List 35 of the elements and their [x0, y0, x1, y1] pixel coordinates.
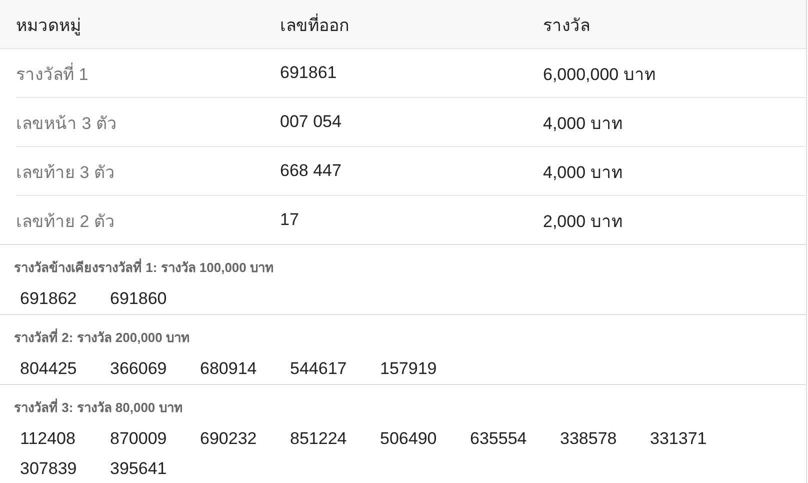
lottery-number: 307839	[20, 458, 78, 480]
lottery-number: 331371	[650, 428, 708, 450]
table-cell-text: เลขหน้า 3 ตัว	[16, 112, 117, 134]
table-cell: 691861	[280, 63, 337, 83]
lottery-number: 157919	[380, 358, 438, 380]
prize-heading: รางวัลที่ 3: รางวัล 80,000 บาท	[14, 398, 184, 417]
table-cell: 17	[280, 210, 299, 230]
table-cell-text: เลขท้าย 3 ตัว	[16, 162, 115, 184]
prize-heading: รางวัลข้างเคียงรางวัลที่ 1: รางวัล 100,000 บาท	[14, 258, 275, 277]
table-cell: 668 447	[280, 161, 342, 181]
table-cell-text: 6,000,000 บาท	[543, 64, 656, 86]
table-cell-text: 4,000 บาท	[543, 162, 622, 184]
lottery-number: 851224	[290, 428, 348, 450]
lottery-number: 691860	[110, 288, 168, 310]
column-header: เลขที่ออก	[280, 12, 349, 36]
lottery-number: 506490	[380, 428, 438, 450]
table-cell-text: เลขท้าย 2 ตัว	[16, 210, 115, 232]
lottery-number: 691862	[20, 288, 78, 310]
lottery-number: 338578	[560, 428, 618, 450]
table-cell-text: รางวัลที่ 1	[16, 62, 88, 86]
lottery-number: 112408	[20, 428, 76, 450]
lottery-number: 544617	[290, 358, 348, 380]
lottery-number: 870009	[110, 428, 168, 450]
lottery-number: 366069	[110, 358, 168, 380]
lottery-number: 690232	[200, 428, 258, 450]
lottery-number: 680914	[200, 358, 258, 380]
table-cell: 007 054	[280, 112, 342, 132]
prize-heading: รางวัลที่ 2: รางวัล 200,000 บาท	[14, 328, 191, 347]
table-cell-text: 4,000 บาท	[543, 112, 622, 134]
lottery-number: 635554	[470, 428, 528, 450]
column-header: หมวดหมู่	[16, 14, 81, 38]
column-header: รางวัล	[543, 14, 590, 36]
lottery-number: 804425	[20, 358, 78, 380]
table-cell-text: 2,000 บาท	[543, 210, 622, 232]
lottery-number: 395641	[110, 458, 168, 480]
